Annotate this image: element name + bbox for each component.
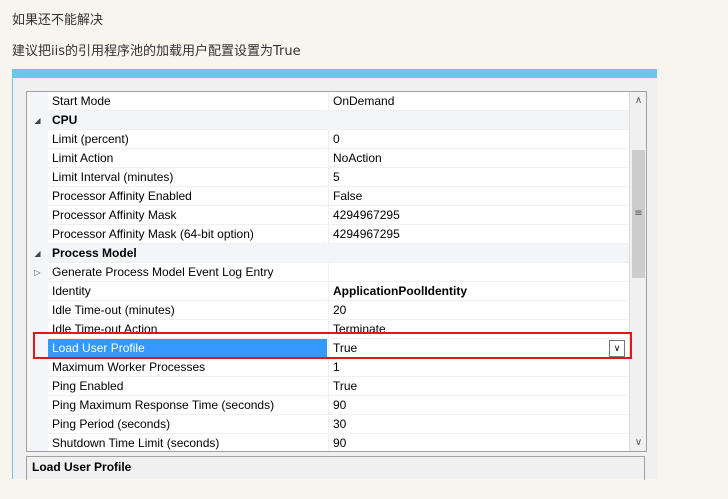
row-gutter <box>27 301 48 320</box>
property-label: Ping Period (seconds) <box>48 415 327 434</box>
collapse-icon[interactable]: ◢ <box>27 111 48 130</box>
property-label: Idle Time-out Action <box>48 320 327 339</box>
property-label: Generate Process Model Event Log Entry <box>48 263 327 282</box>
row-gutter <box>27 187 48 206</box>
property-row[interactable]: Limit Interval (minutes) 5 <box>27 168 630 187</box>
row-gutter <box>27 434 48 451</box>
property-value[interactable]: True <box>328 339 630 358</box>
property-row[interactable]: ▷ Generate Process Model Event Log Entry <box>27 263 630 282</box>
property-value[interactable]: False <box>328 187 630 206</box>
property-row[interactable]: Ping Enabled True <box>27 377 630 396</box>
property-label: Load User Profile <box>48 339 327 358</box>
property-row[interactable]: Ping Maximum Response Time (seconds) 90 <box>27 396 630 415</box>
property-value[interactable]: 1 <box>328 358 630 377</box>
property-label: Ping Maximum Response Time (seconds) <box>48 396 327 415</box>
property-row[interactable]: Idle Time-out (minutes) 20 <box>27 301 630 320</box>
property-label: Idle Time-out (minutes) <box>48 301 327 320</box>
property-label: CPU <box>48 111 629 130</box>
vertical-scrollbar[interactable]: ∧ ≡ ∨ <box>629 92 646 451</box>
property-label: Processor Affinity Enabled <box>48 187 327 206</box>
collapse-icon[interactable]: ◢ <box>27 244 48 263</box>
property-value[interactable]: 90 <box>328 396 630 415</box>
scroll-up-icon[interactable]: ∧ <box>630 92 646 109</box>
property-value[interactable]: NoAction <box>328 149 630 168</box>
property-value[interactable]: 5 <box>328 168 630 187</box>
property-label: Start Mode <box>48 92 327 111</box>
property-label: Shutdown Time Limit (seconds) <box>48 434 327 451</box>
description-panel-title: Load User Profile <box>26 456 645 480</box>
property-value[interactable]: OnDemand <box>328 92 630 111</box>
property-value[interactable]: 4294967295 <box>328 206 630 225</box>
property-value[interactable]: 90 <box>328 434 630 451</box>
property-row[interactable]: Ping Period (seconds) 30 <box>27 415 630 434</box>
property-row[interactable]: Processor Affinity Mask 4294967295 <box>27 206 630 225</box>
property-value[interactable]: Terminate <box>328 320 630 339</box>
row-gutter <box>27 130 48 149</box>
property-value[interactable] <box>328 263 630 282</box>
scroll-down-icon[interactable]: ∨ <box>630 434 646 451</box>
property-label: Maximum Worker Processes <box>48 358 327 377</box>
row-gutter <box>27 396 48 415</box>
property-value[interactable]: ApplicationPoolIdentity <box>328 282 630 301</box>
property-value[interactable]: 20 <box>328 301 630 320</box>
row-gutter <box>27 168 48 187</box>
property-label: Limit (percent) <box>48 130 327 149</box>
property-label: Processor Affinity Mask (64-bit option) <box>48 225 327 244</box>
property-label: Processor Affinity Mask <box>48 206 327 225</box>
property-row[interactable]: Processor Affinity Mask (64-bit option) 4… <box>27 225 630 244</box>
property-value[interactable]: 0 <box>328 130 630 149</box>
property-label: Identity <box>48 282 327 301</box>
property-row[interactable]: Load User Profile True ∨ <box>27 339 630 358</box>
row-gutter <box>27 358 48 377</box>
row-gutter <box>27 339 48 358</box>
property-value[interactable]: True <box>328 377 630 396</box>
property-row[interactable]: Maximum Worker Processes 1 <box>27 358 630 377</box>
property-row[interactable]: Limit Action NoAction <box>27 149 630 168</box>
expand-icon[interactable]: ▷ <box>27 263 48 282</box>
property-value[interactable]: 30 <box>328 415 630 434</box>
property-row[interactable]: Processor Affinity Enabled False <box>27 187 630 206</box>
row-gutter <box>27 415 48 434</box>
property-row[interactable]: Shutdown Time Limit (seconds) 90 <box>27 434 630 451</box>
category-row[interactable]: ◢ CPU <box>27 111 629 130</box>
iis-advanced-settings-screenshot: Start Mode OnDemand ◢ CPU Limit (percent) 0 Li… <box>12 69 657 480</box>
row-gutter <box>27 206 48 225</box>
category-row[interactable]: ◢ Process Model <box>27 244 629 263</box>
property-row[interactable]: Start Mode OnDemand <box>27 92 630 111</box>
property-label: Limit Interval (minutes) <box>48 168 327 187</box>
row-gutter <box>27 320 48 339</box>
row-gutter <box>27 92 48 111</box>
row-gutter <box>27 282 48 301</box>
paragraph-1: 如果还不能解决 <box>12 13 104 28</box>
scroll-thumb[interactable]: ≡ <box>632 150 645 278</box>
property-row[interactable]: Limit (percent) 0 <box>27 130 630 149</box>
property-label: Ping Enabled <box>48 377 327 396</box>
property-value[interactable]: 4294967295 <box>328 225 630 244</box>
dropdown-chevron-icon[interactable]: ∨ <box>609 340 625 357</box>
row-gutter <box>27 149 48 168</box>
property-grid: Start Mode OnDemand ◢ CPU Limit (percent) 0 Li… <box>26 91 647 452</box>
property-row[interactable]: Identity ApplicationPoolIdentity <box>27 282 630 301</box>
paragraph-2: 建议把iis的引用程序池的加载用户配置设置为True <box>12 44 301 59</box>
dialog-title-bar <box>13 69 657 78</box>
row-gutter <box>27 225 48 244</box>
property-row[interactable]: Idle Time-out Action Terminate <box>27 320 630 339</box>
property-label: Limit Action <box>48 149 327 168</box>
property-label: Process Model <box>48 244 629 263</box>
row-gutter <box>27 377 48 396</box>
